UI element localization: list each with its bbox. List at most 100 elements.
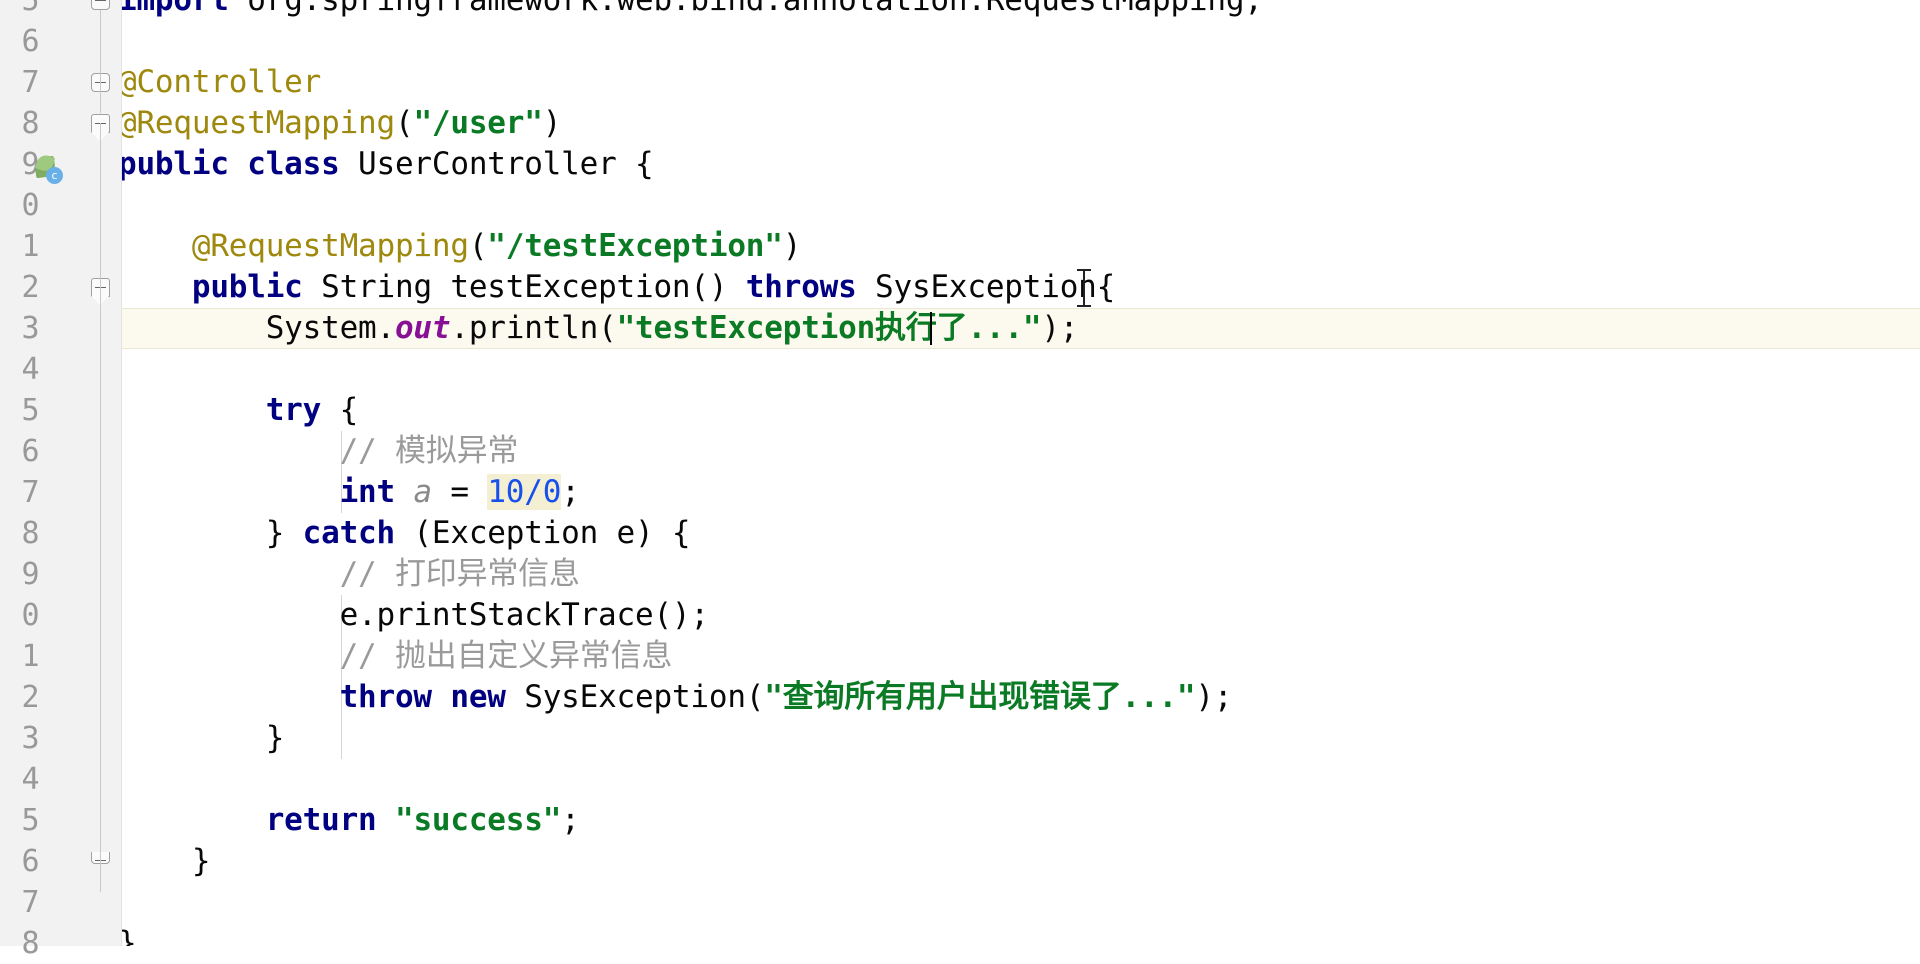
code-line-text: int a = 10/0; xyxy=(122,474,580,510)
code-token: .println( xyxy=(450,310,617,346)
code-line[interactable] xyxy=(122,349,1920,390)
code-token: ( xyxy=(394,105,414,141)
code-folding-column[interactable] xyxy=(81,0,121,946)
code-line[interactable]: } xyxy=(122,718,1920,759)
line-number: 2 xyxy=(21,680,39,715)
code-token: out xyxy=(394,310,451,346)
code-line-text: try { xyxy=(122,392,359,428)
line-number: 7 xyxy=(21,885,39,920)
code-token: 10/0 xyxy=(487,474,562,510)
code-line[interactable]: // 抛出自定义异常信息 xyxy=(122,636,1920,677)
line-number: 1 xyxy=(21,229,39,264)
code-line-text: } xyxy=(122,925,137,946)
code-token: } xyxy=(122,720,285,756)
code-token: { xyxy=(321,392,359,428)
line-number: 3 xyxy=(21,311,39,346)
code-token: System. xyxy=(122,310,395,346)
fold-marker[interactable] xyxy=(91,0,110,10)
code-line[interactable] xyxy=(122,185,1920,226)
code-token: String testException() xyxy=(302,269,746,305)
code-line-text: } xyxy=(122,720,285,756)
code-editor[interactable]: 567890123456789012345678c import org.spr… xyxy=(0,0,1920,961)
code-token: ) xyxy=(542,105,562,141)
code-line[interactable]: @RequestMapping("/user") xyxy=(122,103,1920,144)
code-line-text: // 模拟异常 xyxy=(122,433,519,469)
fold-region-line xyxy=(100,123,101,892)
code-token: ( xyxy=(468,228,488,264)
code-token: = xyxy=(431,474,488,510)
code-token: int xyxy=(339,474,396,510)
code-token: return xyxy=(265,802,377,838)
code-line[interactable]: e.printStackTrace(); xyxy=(122,595,1920,636)
line-number: 5 xyxy=(21,803,39,838)
code-token: } xyxy=(122,843,211,879)
code-token: // 打印异常信息 xyxy=(339,556,580,592)
code-line-text: @RequestMapping("/testException") xyxy=(122,228,802,264)
code-line[interactable]: } xyxy=(122,841,1920,882)
code-token: "查询所有用户出现错误了..." xyxy=(764,679,1196,715)
code-line[interactable]: return "success"; xyxy=(122,800,1920,841)
code-line-text: // 抛出自定义异常信息 xyxy=(122,638,673,674)
code-token: "/testException" xyxy=(487,228,783,264)
code-token: (Exception e) { xyxy=(394,515,691,551)
code-token: @Controller xyxy=(122,64,322,100)
code-line-text: } catch (Exception e) { xyxy=(122,515,691,551)
line-number: 8 xyxy=(21,516,39,551)
code-token: catch xyxy=(302,515,396,551)
line-number: 8 xyxy=(21,106,39,141)
code-line[interactable] xyxy=(122,759,1920,800)
code-token: e.printStackTrace(); xyxy=(122,597,709,633)
code-line[interactable] xyxy=(122,21,1920,62)
fold-region-line xyxy=(100,10,101,113)
code-line[interactable]: public String testException() throws Sys… xyxy=(122,267,1920,308)
code-token: UserController { xyxy=(339,146,654,182)
line-number: 7 xyxy=(21,65,39,100)
code-line[interactable]: public class UserController { xyxy=(122,144,1920,185)
code-line[interactable]: // 打印异常信息 xyxy=(122,554,1920,595)
code-token: } xyxy=(122,925,137,946)
editor-gutter[interactable]: 567890123456789012345678c xyxy=(0,0,122,961)
code-token: org.springframework.web.bind.annotation.… xyxy=(228,0,1263,18)
line-number: 6 xyxy=(21,844,39,879)
line-number: 6 xyxy=(21,434,39,469)
code-line-text: @RequestMapping("/user") xyxy=(122,105,561,141)
line-number: 1 xyxy=(21,639,39,674)
code-line[interactable]: throw new SysException("查询所有用户出现错误了...")… xyxy=(122,677,1920,718)
code-line-text: import org.springframework.web.bind.anno… xyxy=(122,0,1263,18)
code-token: throws xyxy=(745,269,857,305)
code-line[interactable]: import org.springframework.web.bind.anno… xyxy=(122,0,1920,21)
code-line[interactable]: try { xyxy=(122,390,1920,431)
line-number: 2 xyxy=(21,270,39,305)
code-line[interactable]: // 模拟异常 xyxy=(122,431,1920,472)
line-number: 5 xyxy=(21,393,39,428)
code-line[interactable]: @Controller xyxy=(122,62,1920,103)
code-line[interactable]: System.out.println("testException执行了..."… xyxy=(122,308,1920,349)
code-token: import xyxy=(122,0,229,18)
code-line-text: @Controller xyxy=(122,64,321,100)
code-line-text: return "success"; xyxy=(122,802,580,838)
line-number: 4 xyxy=(21,352,39,387)
code-content-area[interactable]: import org.springframework.web.bind.anno… xyxy=(122,0,1920,946)
code-token: ; xyxy=(561,474,580,510)
code-line[interactable]: @RequestMapping("/testException") xyxy=(122,226,1920,267)
line-number: 8 xyxy=(21,926,39,961)
code-line[interactable] xyxy=(122,882,1920,923)
code-line[interactable]: } catch (Exception e) { xyxy=(122,513,1920,554)
code-token: } xyxy=(122,515,303,551)
code-line[interactable]: int a = 10/0; xyxy=(122,472,1920,513)
java-class-icon[interactable]: c xyxy=(28,144,68,185)
line-number: 7 xyxy=(21,475,39,510)
line-number: 6 xyxy=(21,24,39,59)
code-line-text: public class UserController { xyxy=(122,146,654,182)
code-line-text: // 打印异常信息 xyxy=(122,556,580,592)
code-line[interactable]: } xyxy=(122,923,1920,946)
code-token: // 模拟异常 xyxy=(339,433,519,469)
